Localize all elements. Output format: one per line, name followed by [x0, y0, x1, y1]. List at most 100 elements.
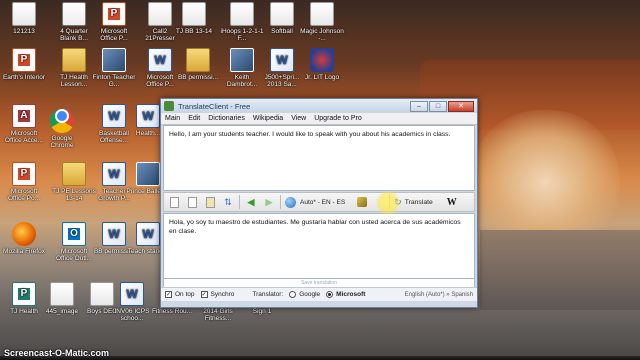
folder-icon [62, 162, 86, 186]
forward-arrow-icon[interactable]: ▶ [262, 195, 276, 209]
translate-client-window[interactable]: TranslateClient - Free – □ ✕ Main Edit D… [160, 98, 478, 308]
title-bar[interactable]: TranslateClient - Free – □ ✕ [161, 99, 477, 113]
desktop-icon-label: Google Chrome [50, 135, 74, 149]
mouse-cursor-highlight [376, 191, 400, 215]
desktop-icon[interactable]: Microsoft Office Outl... [52, 222, 96, 262]
folder-icon [62, 48, 86, 72]
synchro-option[interactable]: ✓ Synchro [200, 291, 235, 298]
desktop-icon-label: Finton Teacher G... [92, 74, 136, 88]
access-icon [12, 104, 36, 128]
minimize-button[interactable]: – [410, 100, 428, 112]
word-icon [102, 104, 126, 128]
doc-icon [230, 2, 254, 26]
doc-icon [148, 2, 172, 26]
desktop-icon-label: Microsoft Office Outl... [55, 248, 92, 262]
desktop-icon-label: TJ BB 13-14 [175, 28, 213, 35]
desktop-icon[interactable]: TJ Health Lesson... [52, 48, 96, 88]
word-icon [120, 282, 144, 306]
desktop-icon-label: 121213 [13, 28, 35, 35]
close-button[interactable]: ✕ [448, 100, 474, 112]
desktop-icon[interactable]: BB permissi... [176, 48, 220, 81]
desktop-icon-label: INV06 ICPS schoo... [114, 308, 150, 322]
wikipedia-icon[interactable]: W [447, 197, 457, 208]
synchro-checkbox[interactable]: ✓ [200, 291, 208, 298]
word-icon [102, 162, 126, 186]
desktop-icon[interactable]: INV06 ICPS schoo... [110, 282, 154, 322]
desktop-icon-label: J500+Spri... 2013 Sa... [264, 74, 300, 88]
desktop-icon-label: Magic Johnson -... [300, 28, 344, 42]
menu-upgrade[interactable]: Upgrade to Pro [314, 115, 361, 122]
source-text-area[interactable]: Hello, I am your students teacher. I wou… [163, 125, 475, 191]
desktop-icon-label: Mozilla Firefox [3, 248, 45, 255]
desktop-icon[interactable]: Jr. LIT Logo [300, 48, 344, 81]
speak-icon[interactable] [357, 197, 368, 207]
doc-icon [310, 2, 334, 26]
on-top-option[interactable]: ✓ On top [165, 291, 195, 298]
desktop-icon-label: TJ PE Lessons 13-14 [52, 188, 96, 202]
desktop-icon[interactable]: TJ PE Lessons 13-14 [52, 162, 96, 202]
copy-icon[interactable] [185, 195, 199, 209]
desktop-icon[interactable]: Mozilla Firefox [2, 222, 46, 255]
doc-icon [182, 2, 206, 26]
word-icon [136, 104, 160, 128]
synchro-label: Synchro [210, 291, 235, 298]
desktop-icon-label: Microsoft Office P... [100, 28, 128, 42]
desktop-icon[interactable]: iHoops 1-2-1-1 F... [220, 2, 264, 42]
microsoft-radio[interactable] [326, 291, 334, 298]
word-icon [102, 222, 126, 246]
globe-icon[interactable] [285, 196, 296, 208]
toolbar: ⇅ ◀ ▶ Auto* - EN - ES ↻ Translate W [163, 191, 475, 215]
google-option[interactable]: Google [289, 291, 320, 298]
menu-view[interactable]: View [291, 115, 306, 122]
microsoft-option[interactable]: Microsoft [326, 291, 365, 298]
google-radio[interactable] [289, 291, 297, 298]
on-top-checkbox[interactable]: ✓ [165, 291, 172, 298]
desktop-icon-label: Earth's Interior [2, 74, 46, 81]
desktop-icon[interactable]: Finton Teacher G... [92, 48, 136, 88]
desktop-icon[interactable]: Google Chrome [40, 104, 84, 149]
desktop-icon[interactable]: 121213 [2, 2, 46, 35]
folder-icon [186, 48, 210, 72]
desktop-icon-label: Sign 1 [252, 308, 272, 315]
status-bar: ✓ On top ✓ Synchro Translator: Google Mi… [161, 287, 477, 301]
swap-icon[interactable]: ⇅ [221, 195, 235, 209]
desktop-icon-label: Microsoft Office Po... [7, 188, 41, 202]
desktop-icon-label: Jr. LIT Logo [304, 74, 340, 81]
menu-edit[interactable]: Edit [188, 115, 200, 122]
firefox-icon [12, 222, 36, 246]
desktop-icon[interactable]: 445_image [40, 282, 84, 315]
menu-main[interactable]: Main [165, 115, 180, 122]
sheet-icon [62, 2, 86, 26]
menu-dictionaries[interactable]: Dictionaries [208, 115, 245, 122]
wallpaper-arch [470, 110, 620, 230]
desktop-icon[interactable]: TJ BB 13-14 [172, 2, 216, 35]
translate-label: Translate [404, 198, 433, 206]
photo-icon [102, 48, 126, 72]
new-doc-icon[interactable] [167, 195, 181, 209]
desktop-icon[interactable]: Microsoft Office P... [92, 2, 136, 42]
language-selector[interactable]: Auto* - EN - ES [300, 199, 345, 206]
desktop-icon[interactable]: Softball [260, 2, 304, 35]
desktop-icon-label: Keith Dambrot... [226, 74, 258, 88]
desktop-icon[interactable]: Keith Dambrot... [220, 48, 264, 88]
desktop-icon[interactable]: J500+Spri... 2013 Sa... [260, 48, 304, 88]
maximize-button[interactable]: □ [429, 100, 447, 112]
save-translation-link[interactable]: Save translation [163, 279, 475, 287]
paste-icon[interactable] [203, 195, 217, 209]
desktop-icon-label: 445_image [45, 308, 79, 315]
window-title: TranslateClient - Free [178, 101, 251, 111]
taskbar-edge [0, 356, 640, 360]
outlook-icon [62, 222, 86, 246]
desktop-icon[interactable]: Magic Johnson -... [300, 2, 344, 42]
desktop-icon-label: 2014 Girls Fitness... [203, 308, 233, 322]
desktop-icon[interactable]: Earth's Interior [2, 48, 46, 81]
ppt-icon [12, 162, 36, 186]
back-arrow-icon[interactable]: ◀ [244, 195, 258, 209]
word-icon [270, 48, 294, 72]
desktop-icon[interactable]: Microsoft Office Po... [2, 162, 46, 202]
menu-wikipedia[interactable]: Wikipedia [253, 115, 283, 122]
desktop-icon[interactable]: 4 Quarter Blank B... [52, 2, 96, 42]
toolbar-separator [239, 195, 240, 209]
translated-text-area[interactable]: Hola, yo soy tu maestro de estudiantes. … [163, 213, 475, 279]
translator-label: Translator: [252, 291, 284, 298]
